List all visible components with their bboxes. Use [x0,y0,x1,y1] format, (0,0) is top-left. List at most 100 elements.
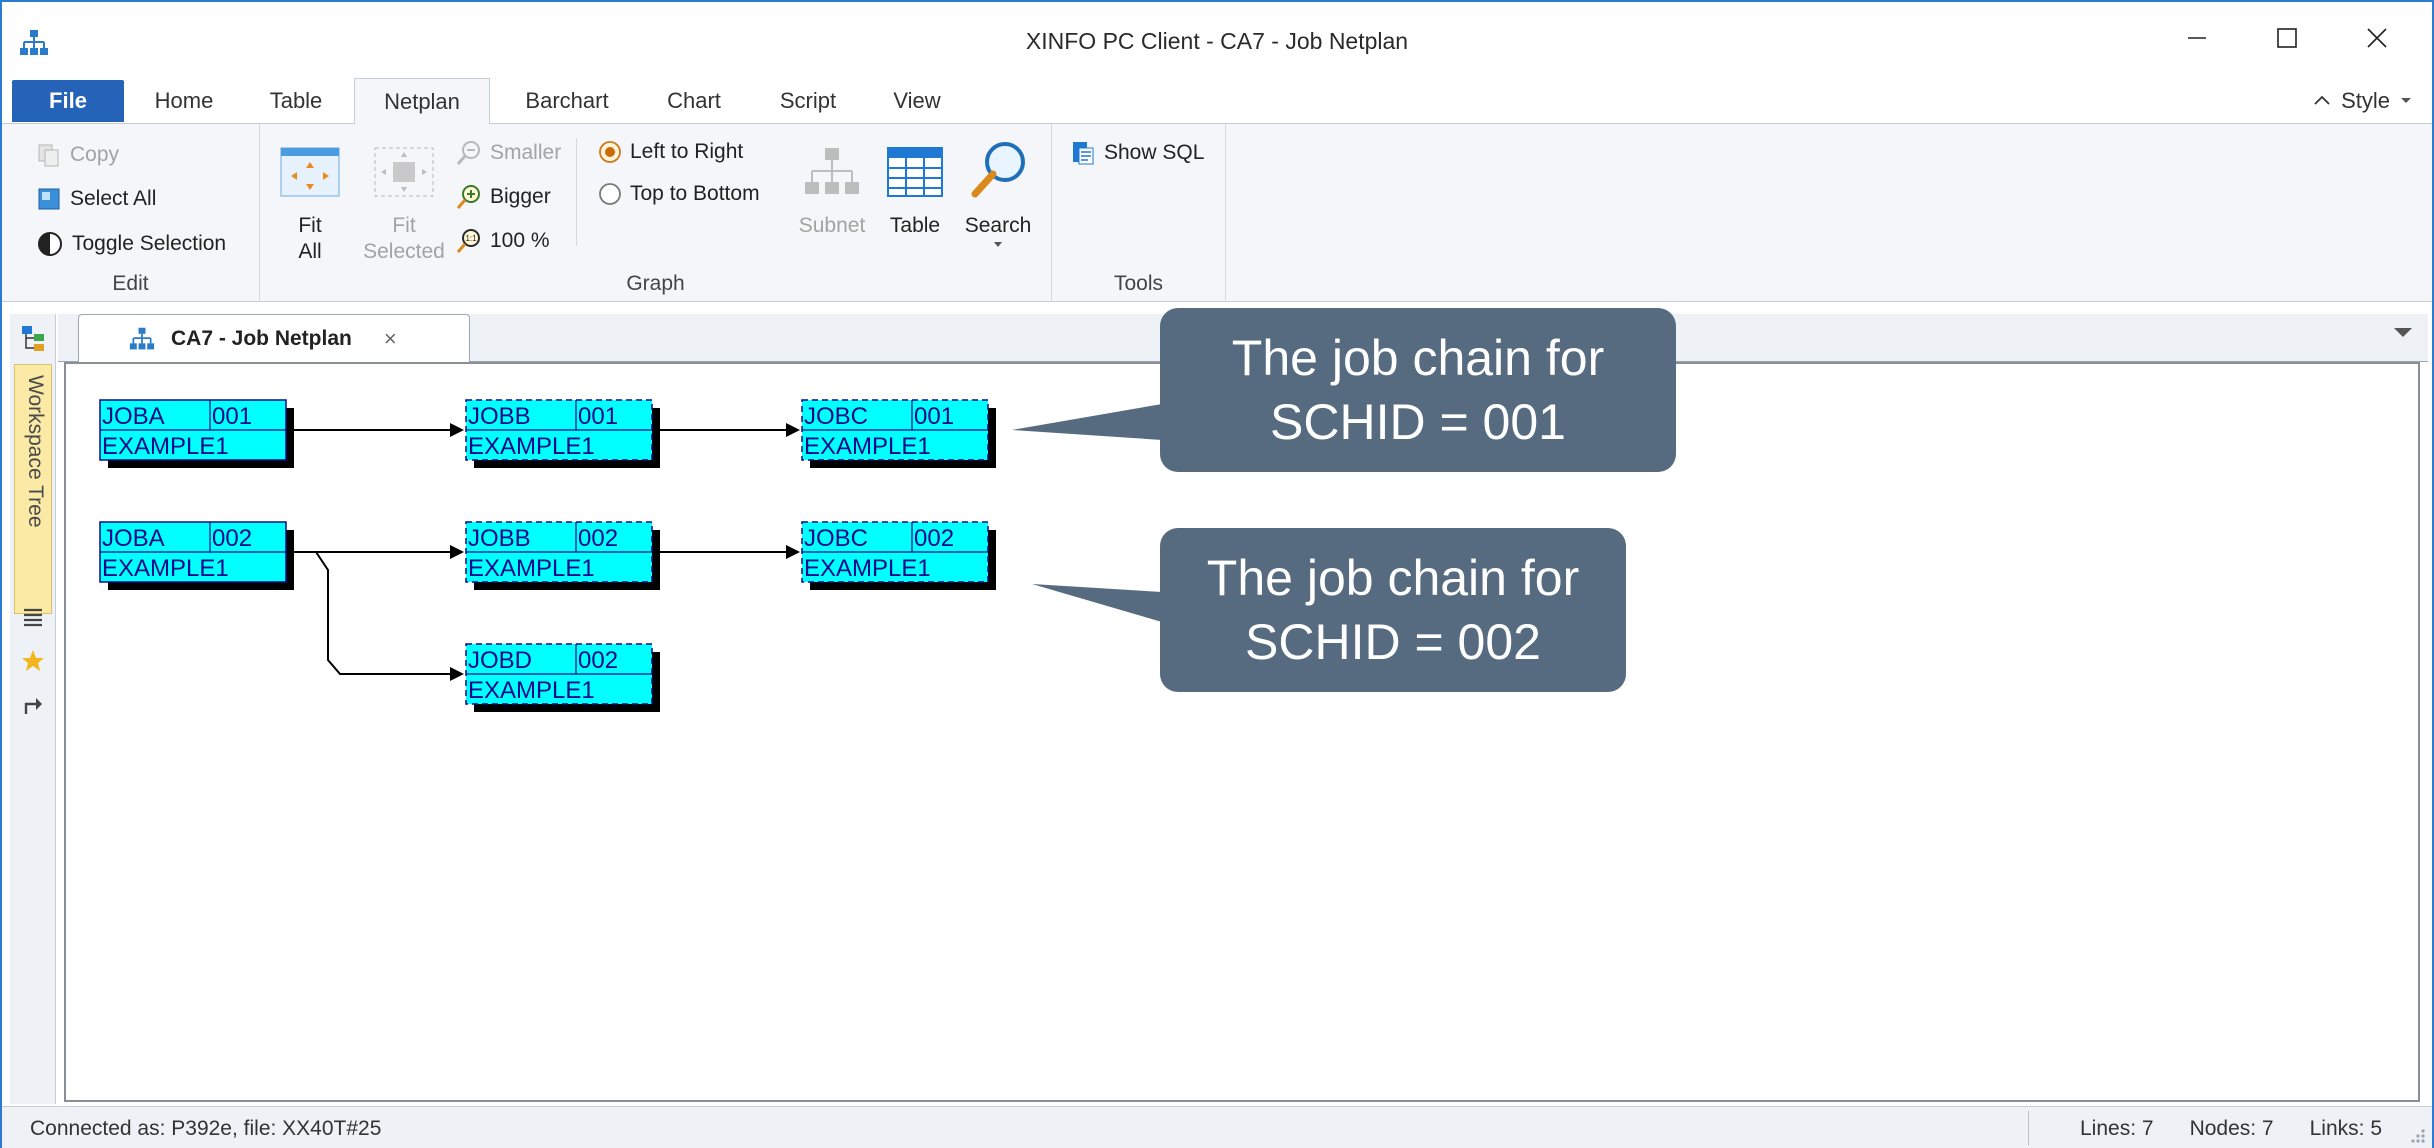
subnet-button[interactable]: Subnet [792,144,872,239]
left-to-right-label: Left to Right [630,140,744,163]
search-icon [971,142,1025,198]
chevron-down-icon[interactable] [2392,326,2414,340]
fit-selected-icon [374,147,434,197]
copy-icon [38,144,59,167]
search-label: Search [964,214,1032,237]
bigger-label: Bigger [490,185,551,208]
tab-table[interactable]: Table [252,78,340,124]
workspace-tree-tab[interactable]: Workspace Tree [14,364,52,614]
select-all-icon [38,188,60,210]
graph-divider [576,138,577,246]
smaller-button[interactable]: Smaller [456,140,561,166]
graph-group-label: Graph [626,272,685,295]
tab-file[interactable]: File [12,80,124,122]
edit-group-label: Edit [112,272,149,295]
tab-label: CA7 - Job Netplan [171,327,352,350]
table-label: Table [889,214,941,237]
subnet-icon [805,148,859,194]
copy-label: Copy [70,143,120,166]
links-count: Links: 5 [2309,1117,2382,1140]
tools-group-label: Tools [1113,272,1164,295]
copy-button[interactable]: Copy [36,142,119,168]
zoom-100-label: 100 % [490,229,550,252]
window-title: XINFO PC Client - CA7 - Job Netplan [1025,28,1409,54]
smaller-label: Smaller [490,141,562,164]
tab-script[interactable]: Script [760,78,856,124]
zoom-reset-icon: 1:1 [456,229,480,253]
tab-view[interactable]: View [872,78,962,124]
bigger-button[interactable]: Bigger [456,184,551,210]
table-icon [887,147,943,197]
tab-barchart[interactable]: Barchart [508,78,626,124]
fit-selected-label-1: Fit [392,214,416,237]
minimize-button[interactable] [2162,16,2232,60]
tab-ca7-job-netplan[interactable]: CA7 - Job Netplan × [78,314,470,363]
status-bar: Connected as: P392e, file: XX40T#25 Line… [2,1106,2432,1148]
netplan-canvas[interactable]: JOBA 001 EXAMPLE1 JOBB 001 EXAMPLE1 JOBC 001 EXA… [64,308,2420,1102]
tab-chart[interactable]: Chart [648,78,740,124]
connection-status: Connected as: P392e, file: XX40T#25 [30,1117,382,1140]
left-to-right-radio[interactable]: Left to Right [598,140,743,164]
app-window: XINFO PC Client - CA7 - Job Netplan File… [0,0,2434,1148]
select-all-button[interactable]: Select All [36,186,156,212]
toggle-selection-label: Toggle Selection [72,232,227,255]
svg-text:1:1: 1:1 [465,234,477,243]
fit-selected-label-2: Selected [363,240,445,263]
workspace-tree-label: Workspace Tree [24,375,47,528]
style-label: Style [2341,88,2390,113]
radio-checked-icon [599,141,621,163]
toggle-selection-button[interactable]: Toggle Selection [36,230,226,258]
chevron-down-icon [2401,98,2411,103]
show-sql-button[interactable]: Show SQL [1070,140,1204,166]
zoom-in-icon [456,185,480,209]
tab-netplan[interactable]: Netplan [354,78,490,125]
fit-selected-button[interactable]: Fit Selected [354,144,454,265]
callout-pointers [1012,404,1162,622]
top-to-bottom-radio[interactable]: Top to Bottom [598,182,760,206]
nodes-count: Nodes: 7 [2189,1117,2274,1140]
workspace-tree-icon[interactable] [20,324,46,352]
title-bar: XINFO PC Client - CA7 - Job Netplan [2,2,2432,78]
chevron-down-icon [994,242,1002,247]
star-icon[interactable] [20,648,46,674]
callout-pointer-002 [1032,584,1162,622]
edit-group: Copy Select All Toggle Selection Edit [2,124,260,302]
tools-group: Show SQL Tools [1052,124,1226,302]
graph-statistics: Lines: 7 Nodes: 7 Links: 5 [2080,1117,2382,1141]
list-icon[interactable] [20,604,46,630]
graph-group: Fit All Fit Selected Smaller Bigger 1:1 … [260,124,1052,302]
fit-all-label-1: Fit [298,214,322,237]
radio-unchecked-icon [599,183,621,205]
lines-count: Lines: 7 [2080,1117,2154,1140]
search-button[interactable]: Search [960,138,1036,249]
tab-home[interactable]: Home [138,78,230,124]
zoom-100-button[interactable]: 1:1 100 % [456,228,550,254]
top-to-bottom-label: Top to Bottom [630,182,760,205]
ribbon-tab-bar: File Home Table Netplan Barchart Chart S… [2,78,2432,125]
fit-all-icon [280,147,340,197]
zoom-out-icon [456,141,480,165]
toggle-selection-icon [38,232,62,256]
style-menu[interactable]: Style [2313,88,2412,114]
close-button[interactable] [2342,16,2412,60]
callout-pointer-001 [1012,404,1162,440]
ribbon-panel: Copy Select All Toggle Selection Edit Fi… [2,124,2432,302]
maximize-icon [2277,28,2297,48]
close-icon [2367,28,2387,48]
maximize-button[interactable] [2252,16,2322,60]
collapse-ribbon-icon[interactable] [2313,94,2331,108]
redo-arrow-icon[interactable] [20,692,46,718]
show-sql-label: Show SQL [1104,141,1205,164]
left-sidebar: Workspace Tree [10,314,56,1104]
resize-grip-icon[interactable] [2406,1124,2426,1144]
table-button[interactable]: Table [880,144,950,239]
select-all-label: Select All [70,187,157,210]
minimize-icon [2188,37,2206,39]
status-divider [2028,1111,2029,1145]
fit-all-button[interactable]: Fit All [278,144,342,265]
tab-close-icon[interactable]: × [384,326,397,352]
fit-all-label-2: All [298,240,322,263]
subnet-label: Subnet [798,214,866,237]
netplan-icon [129,327,155,350]
sql-icon [1073,142,1094,165]
